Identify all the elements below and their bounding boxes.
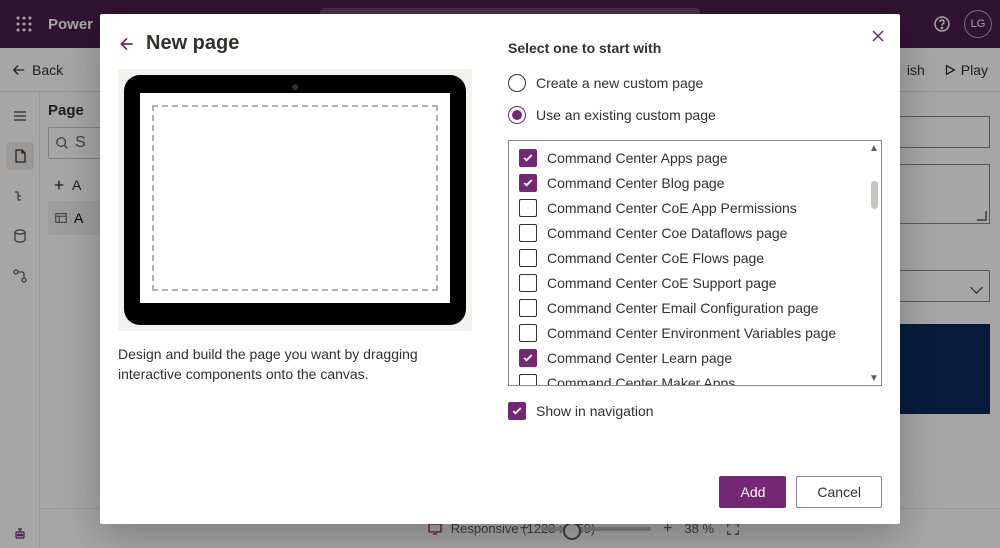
show-nav-label: Show in navigation bbox=[536, 403, 654, 419]
list-item[interactable]: Command Center Blog page bbox=[509, 170, 869, 195]
checkbox-icon[interactable] bbox=[519, 299, 537, 317]
cancel-button[interactable]: Cancel bbox=[796, 476, 882, 508]
list-item-label: Command Center Maker Apps bbox=[547, 375, 735, 386]
checkbox-icon[interactable] bbox=[519, 324, 537, 342]
radio-existing-label: Use an existing custom page bbox=[536, 107, 716, 123]
scroll-down-icon[interactable]: ▼ bbox=[869, 373, 879, 383]
existing-pages-list: Command Center Apps page Command Center B… bbox=[508, 140, 882, 386]
new-page-modal: New page Design and build the page you w… bbox=[100, 14, 900, 524]
list-item-label: Command Center Environment Variables pag… bbox=[547, 325, 836, 341]
checkbox-icon[interactable] bbox=[519, 224, 537, 242]
scrollbar[interactable]: ▲ ▼ bbox=[869, 143, 879, 383]
show-nav-checkbox[interactable] bbox=[508, 402, 526, 420]
list-item[interactable]: Command Center Coe Dataflows page bbox=[509, 220, 869, 245]
list-item[interactable]: Command Center Email Configuration page bbox=[509, 295, 869, 320]
radio-icon bbox=[508, 106, 526, 124]
page-preview bbox=[118, 69, 472, 331]
list-item-label: Command Center Email Configuration page bbox=[547, 300, 819, 316]
checkbox-icon[interactable] bbox=[519, 349, 537, 367]
list-item[interactable]: Command Center Apps page bbox=[509, 145, 869, 170]
scroll-up-icon[interactable]: ▲ bbox=[869, 143, 879, 153]
checkbox-icon[interactable] bbox=[519, 374, 537, 386]
modal-title: New page bbox=[146, 32, 239, 55]
list-item-label: Command Center Blog page bbox=[547, 175, 724, 191]
radio-create-new[interactable]: Create a new custom page bbox=[508, 74, 882, 92]
list-item[interactable]: Command Center Maker Apps bbox=[509, 370, 869, 385]
checkbox-icon[interactable] bbox=[519, 149, 537, 167]
list-item-label: Command Center Learn page bbox=[547, 350, 732, 366]
modal-description: Design and build the page you want by dr… bbox=[118, 345, 472, 384]
list-item-label: Command Center CoE App Permissions bbox=[547, 200, 797, 216]
list-item[interactable]: Command Center CoE App Permissions bbox=[509, 195, 869, 220]
add-button[interactable]: Add bbox=[719, 476, 786, 508]
list-item-label: Command Center CoE Flows page bbox=[547, 250, 764, 266]
modal-back-icon[interactable] bbox=[118, 35, 136, 53]
list-item[interactable]: Command Center Learn page bbox=[509, 345, 869, 370]
list-item-label: Command Center Coe Dataflows page bbox=[547, 225, 787, 241]
list-item-label: Command Center Apps page bbox=[547, 150, 728, 166]
scroll-thumb[interactable] bbox=[871, 181, 878, 209]
checkbox-icon[interactable] bbox=[519, 199, 537, 217]
list-item[interactable]: Command Center CoE Support page bbox=[509, 270, 869, 295]
checkbox-icon[interactable] bbox=[519, 174, 537, 192]
section-title: Select one to start with bbox=[508, 40, 882, 56]
list-item[interactable]: Command Center Environment Variables pag… bbox=[509, 320, 869, 345]
list-item[interactable]: Command Center CoE Flows page bbox=[509, 245, 869, 270]
radio-use-existing[interactable]: Use an existing custom page bbox=[508, 106, 882, 124]
checkbox-icon[interactable] bbox=[519, 249, 537, 267]
radio-icon bbox=[508, 74, 526, 92]
list-item-label: Command Center CoE Support page bbox=[547, 275, 777, 291]
radio-create-label: Create a new custom page bbox=[536, 75, 703, 91]
checkbox-icon[interactable] bbox=[519, 274, 537, 292]
close-icon[interactable] bbox=[870, 28, 886, 44]
